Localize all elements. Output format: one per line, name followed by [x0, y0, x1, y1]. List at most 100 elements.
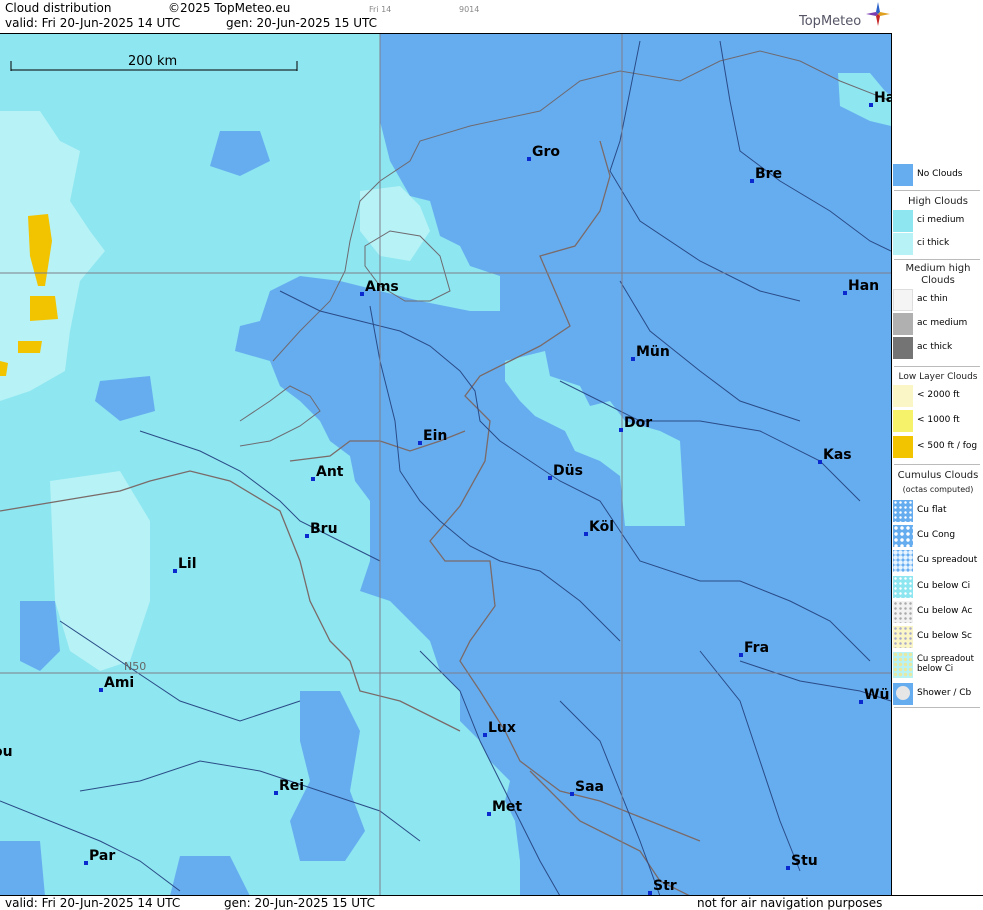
cu-cong-swatch [893, 525, 913, 547]
legend-divider [894, 259, 980, 260]
latitude-label: N50 [124, 660, 146, 673]
city-dot-icon [99, 688, 103, 692]
legend-ac-medium: ac medium [892, 313, 983, 335]
legend-label: Cu below Sc [917, 631, 972, 641]
city-dot-icon [483, 733, 487, 737]
legend-high-heading: High Clouds [908, 196, 968, 207]
city-dot-icon [786, 866, 790, 870]
legend-cu-below-sc: Cu below Sc [892, 626, 983, 648]
legend-cumulus-subheading: (octas computed) [902, 485, 974, 494]
city-label: ou [0, 744, 13, 760]
legend-cu-cong: Cu Cong [892, 525, 983, 547]
city-label: Ams [365, 279, 399, 295]
city-marker: Str [648, 878, 677, 895]
legend-no-clouds: No Clouds [892, 164, 983, 186]
city-label: Ami [104, 675, 134, 691]
city-marker: Ami [99, 675, 134, 692]
legend-ci-medium: ci medium [892, 210, 983, 232]
cu-below-ci-swatch [893, 576, 913, 598]
city-dot-icon [305, 534, 309, 538]
no-clouds-swatch [893, 164, 913, 186]
generated-time-label: gen: 20-Jun-2025 15 UTC [226, 16, 378, 30]
city-label: Fra [744, 640, 769, 656]
map-footer: valid: Fri 20-Jun-2025 14 UTC gen: 20-Ju… [0, 895, 983, 910]
city-dot-icon [584, 532, 588, 536]
ac-thin-swatch [893, 289, 913, 311]
ci-thick-swatch [893, 233, 913, 255]
city-label: Kas [823, 447, 852, 463]
frame-day-label: Fri 14 [369, 5, 392, 14]
legend-label: ci thick [917, 238, 950, 248]
ac-medium-swatch [893, 313, 913, 335]
city-label: Str [653, 878, 677, 894]
city-marker: Kas [818, 447, 852, 464]
legend-cu-below-ac: Cu below Ac [892, 601, 983, 623]
legend-label: ac thick [917, 342, 953, 352]
city-marker: Bre [750, 166, 782, 183]
low-fog-patch-2 [30, 296, 58, 321]
city-dot-icon [418, 441, 422, 445]
cloud-map-canvas: N50 200 km Ha Gro Bre Ams Han Mün Ein Dor Ant Düs… [0, 34, 891, 896]
legend-cu-spreadout: Cu spreadout [892, 550, 983, 572]
city-label: Bre [755, 166, 782, 182]
legend-ci-thick: ci thick [892, 233, 983, 255]
legend-cu-spread-below-ci: Cu spreadout below Ci [892, 652, 983, 680]
cloud-map[interactable]: N50 200 km Ha Gro Bre Ams Han Mün Ein Dor Ant Düs… [0, 33, 891, 896]
city-label: Mün [636, 344, 670, 360]
city-dot-icon [274, 791, 278, 795]
city-marker: Bru [305, 521, 338, 538]
compass-logo-icon [866, 2, 890, 26]
city-label: Ant [316, 464, 344, 480]
legend-divider [894, 366, 980, 367]
low-500-swatch [893, 436, 913, 458]
city-dot-icon [570, 792, 574, 796]
city-dot-icon [869, 103, 873, 107]
map-header: Cloud distribution ©2025 TopMeteo.eu Fri… [0, 0, 983, 33]
legend-label: ac medium [917, 318, 968, 328]
city-marker: Ams [360, 279, 399, 296]
legend-cu-below-ci: Cu below Ci [892, 576, 983, 598]
city-marker: Düs [548, 463, 583, 480]
product-title: Cloud distribution [5, 1, 112, 15]
city-label: Gro [532, 144, 560, 160]
city-dot-icon [739, 653, 743, 657]
city-marker: Met [487, 799, 522, 816]
cu-below-ac-swatch [893, 601, 913, 623]
city-dot-icon [619, 428, 623, 432]
legend-low-heading: Low Layer Clouds [898, 372, 978, 382]
copyright-text: ©2025 TopMeteo.eu [168, 1, 291, 15]
city-dot-icon [360, 292, 364, 296]
city-label: Par [89, 848, 115, 864]
legend-label: Cu spreadout [917, 555, 978, 565]
legend-label: ac thin [917, 294, 948, 304]
legend-label: Cu below Ac [917, 606, 973, 616]
city-dot-icon [311, 477, 315, 481]
city-dot-icon [859, 700, 863, 704]
legend-low-1000: < 1000 ft [892, 410, 983, 432]
legend-label: < 2000 ft [917, 390, 960, 400]
city-label: Lux [488, 720, 516, 736]
legend-ac-thick: ac thick [892, 337, 983, 359]
city-dot-icon [173, 569, 177, 573]
city-dot-icon [84, 861, 88, 865]
low-1000-swatch [893, 410, 913, 432]
cu-flat-swatch [893, 500, 913, 522]
legend-label: Cu below Ci [917, 581, 971, 591]
cu-spread-below-ci-swatch [893, 652, 913, 678]
city-label: Wü [864, 687, 889, 703]
footer-generated-label: gen: 20-Jun-2025 15 UTC [224, 896, 376, 910]
ac-thick-swatch [893, 337, 913, 359]
city-label: Bru [310, 521, 338, 537]
legend-label: Cu Cong [917, 530, 956, 540]
city-dot-icon [527, 157, 531, 161]
legend-label: Cu flat [917, 505, 947, 515]
cu-spreadout-swatch [893, 550, 913, 572]
footer-valid-label: valid: Fri 20-Jun-2025 14 UTC [5, 896, 181, 910]
scale-bar-label: 200 km [128, 54, 177, 69]
brand-name: TopMeteo [799, 14, 862, 29]
city-marker: Wü [859, 687, 889, 704]
legend-low-500: < 500 ft / fog [892, 436, 983, 458]
city-label: Rei [279, 778, 304, 794]
city-label: Düs [553, 463, 583, 479]
disclaimer-text: not for air navigation purposes [697, 896, 883, 910]
